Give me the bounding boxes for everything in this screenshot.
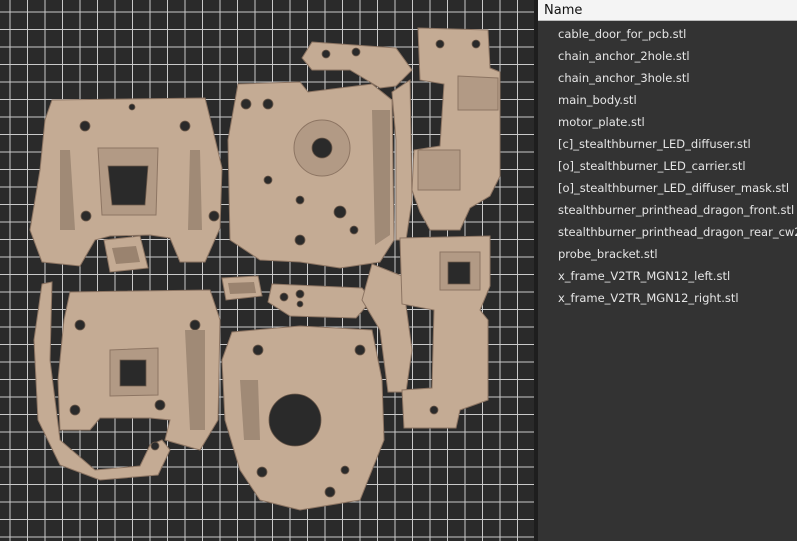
- list-item[interactable]: [o]_stealthburner_LED_diffuser_mask.stl: [538, 177, 797, 199]
- part-x-frame-right[interactable]: [411, 27, 501, 231]
- list-item[interactable]: chain_anchor_2hole.stl: [538, 45, 797, 67]
- file-list: cable_door_for_pcb.stl chain_anchor_2hol…: [538, 21, 797, 309]
- part-probe-bracket[interactable]: [399, 235, 491, 429]
- list-item[interactable]: probe_bracket.stl: [538, 243, 797, 265]
- list-item[interactable]: chain_anchor_3hole.stl: [538, 67, 797, 89]
- build-plate-parts: [29, 27, 501, 511]
- list-item[interactable]: x_frame_V2TR_MGN12_right.stl: [538, 287, 797, 309]
- list-item[interactable]: main_body.stl: [538, 89, 797, 111]
- list-item[interactable]: motor_plate.stl: [538, 111, 797, 133]
- list-item[interactable]: cable_door_for_pcb.stl: [538, 23, 797, 45]
- list-item[interactable]: [o]_stealthburner_LED_carrier.stl: [538, 155, 797, 177]
- 3d-build-plate-viewport[interactable]: [0, 0, 534, 541]
- list-item[interactable]: stealthburner_printhead_dragon_rear_cw2.…: [538, 221, 797, 243]
- list-item[interactable]: x_frame_V2TR_MGN12_left.stl: [538, 265, 797, 287]
- list-item[interactable]: stealthburner_printhead_dragon_front.stl: [538, 199, 797, 221]
- part-led-diffuser[interactable]: [103, 235, 149, 273]
- part-side-bracket[interactable]: [391, 79, 413, 241]
- part-motor-plate[interactable]: [221, 325, 385, 511]
- list-item[interactable]: [c]_stealthburner_LED_diffuser.stl: [538, 133, 797, 155]
- part-main-body[interactable]: [227, 81, 395, 269]
- part-chain-anchor-3hole[interactable]: [267, 283, 373, 319]
- part-led-diffuser-mask[interactable]: [221, 275, 263, 301]
- part-chain-anchor-2hole[interactable]: [301, 41, 413, 89]
- name-column-header[interactable]: Name: [538, 0, 797, 21]
- object-list-panel: Name cable_door_for_pcb.stl chain_anchor…: [538, 0, 797, 541]
- part-dragon-rear[interactable]: [57, 289, 221, 451]
